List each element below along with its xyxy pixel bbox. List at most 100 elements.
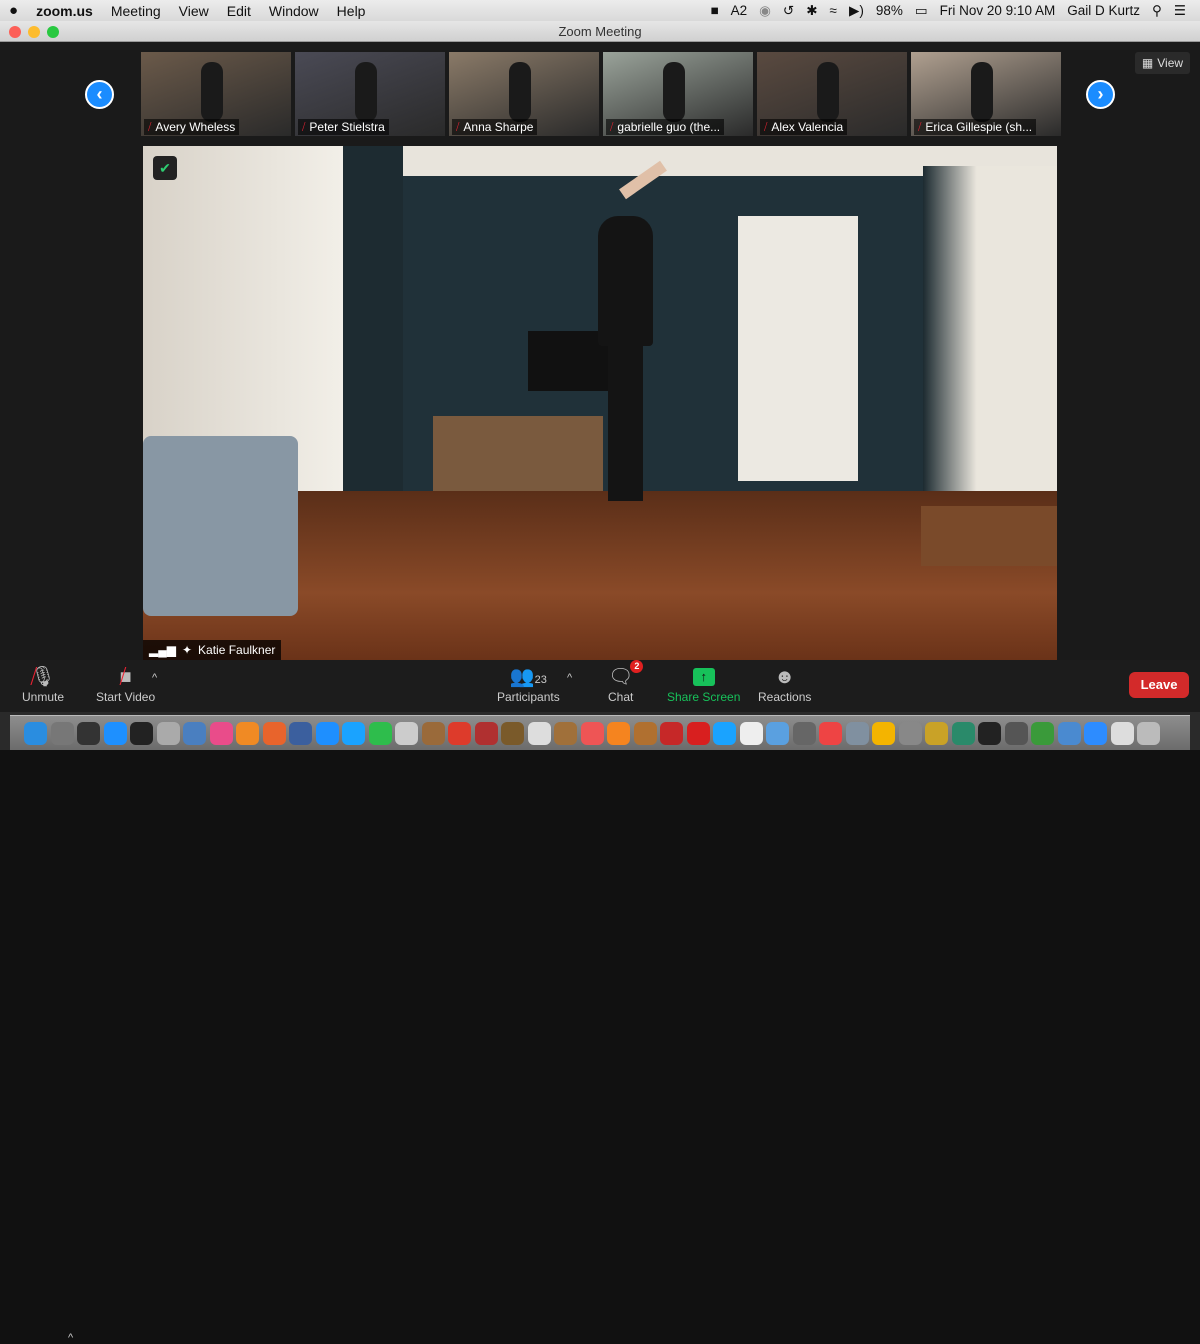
dock-app-icon[interactable]: [898, 721, 922, 745]
dock-app-icon[interactable]: [1137, 721, 1160, 745]
dock-app-icon[interactable]: [766, 721, 789, 745]
mic-muted-icon: ⧸: [764, 121, 768, 133]
active-speaker-video[interactable]: ✔ ▂▄▆ ✦ Katie Faulkner: [143, 146, 1057, 660]
dock-app-icon[interactable]: [633, 721, 657, 745]
dock-app-icon[interactable]: [289, 721, 312, 745]
dock-app-icon[interactable]: [342, 721, 365, 745]
fullscreen-window-button[interactable]: [47, 26, 59, 38]
dock-app-icon[interactable]: [978, 721, 1001, 745]
view-label: View: [1157, 56, 1184, 70]
participants-button[interactable]: 👥23 Participants: [497, 664, 560, 704]
dock-app-icon[interactable]: [1004, 721, 1028, 745]
close-window-button[interactable]: [9, 26, 21, 38]
previous-page-button[interactable]: ‹: [85, 80, 114, 109]
participant-thumbnail[interactable]: ⧸ Anna Sharpe: [449, 52, 599, 136]
grid-icon: ▦: [1141, 56, 1154, 70]
menu-window[interactable]: Window: [260, 3, 328, 19]
participant-name: gabrielle guo (the...: [617, 120, 721, 134]
dock-app-icon[interactable]: [951, 721, 975, 745]
participant-name: Erica Gillespie (sh...: [925, 120, 1033, 134]
view-button[interactable]: ▦ View: [1135, 52, 1190, 74]
share-screen-label: Share Screen: [667, 690, 741, 704]
dock-app-icon[interactable]: [103, 721, 127, 745]
adobe-icon[interactable]: A2: [731, 3, 748, 18]
menu-view[interactable]: View: [170, 3, 218, 19]
dock-app-icon[interactable]: [368, 721, 392, 745]
reactions-button[interactable]: ☻ Reactions: [758, 664, 811, 704]
menu-edit[interactable]: Edit: [218, 3, 260, 19]
participant-name: Avery Wheless: [155, 120, 236, 134]
zoom-status-icon[interactable]: ■: [710, 3, 718, 18]
dock-app-icon[interactable]: [183, 721, 206, 745]
user-name[interactable]: Gail D Kurtz: [1067, 3, 1140, 18]
video-options-caret[interactable]: ^: [152, 672, 157, 684]
dock-app-icon[interactable]: [1084, 721, 1107, 745]
dock-app-icon[interactable]: [1110, 721, 1134, 745]
encryption-shield-icon[interactable]: ✔: [153, 156, 177, 180]
start-video-button[interactable]: ■ ⧸ Start Video: [96, 664, 155, 704]
dock-app-icon[interactable]: [845, 721, 869, 745]
dock-app-icon[interactable]: [925, 721, 948, 745]
dock-app-icon[interactable]: [130, 721, 153, 745]
participant-name: Anna Sharpe: [463, 120, 534, 134]
dock-app-icon[interactable]: [527, 721, 551, 745]
notification-center-icon[interactable]: ☰: [1174, 3, 1186, 19]
dock-app-icon[interactable]: [315, 721, 339, 745]
participant-thumbnail[interactable]: ⧸ Avery Wheless: [141, 52, 291, 136]
dock-app-icon[interactable]: [686, 721, 710, 745]
video-off-icon: ■ ⧸: [119, 666, 132, 688]
leave-button[interactable]: Leave: [1129, 672, 1189, 698]
speaker-name: Katie Faulkner: [198, 643, 276, 657]
dock-app-icon[interactable]: [1057, 721, 1081, 745]
dock-app-icon[interactable]: [792, 721, 816, 745]
participant-thumbnail[interactable]: ⧸ gabrielle guo (the...: [603, 52, 753, 136]
minimize-window-button[interactable]: [28, 26, 40, 38]
dock-app-icon[interactable]: [607, 721, 630, 745]
dock-app-icon[interactable]: [236, 721, 259, 745]
next-page-button[interactable]: ›: [1086, 80, 1115, 109]
dock-app-icon[interactable]: [156, 721, 180, 745]
dock: [0, 712, 1200, 750]
dock-app-icon[interactable]: [872, 721, 895, 745]
audio-options-caret[interactable]: ^: [68, 1332, 73, 1344]
dock-app-icon[interactable]: [50, 721, 74, 745]
bluetooth-icon[interactable]: ✱: [806, 3, 817, 19]
dock-app-icon[interactable]: [395, 721, 418, 745]
wifi-icon[interactable]: ≈: [830, 3, 837, 18]
dock-app-icon[interactable]: [580, 721, 604, 745]
dock-app-icon[interactable]: [554, 721, 577, 745]
time-machine-icon[interactable]: ↺: [783, 3, 794, 19]
dock-app-icon[interactable]: [24, 721, 47, 745]
apple-menu-icon[interactable]: ●: [0, 2, 27, 19]
share-screen-button[interactable]: ↑ Share Screen: [667, 664, 740, 704]
dock-app-icon[interactable]: [421, 721, 445, 745]
participants-options-caret[interactable]: ^: [567, 672, 572, 684]
dock-app-icon[interactable]: [209, 721, 233, 745]
microphone-muted-icon: 🎙 ⧸: [30, 666, 56, 688]
globe-icon[interactable]: ◉: [759, 3, 771, 19]
menu-help[interactable]: Help: [328, 3, 375, 19]
dock-app-icon[interactable]: [660, 721, 683, 745]
dock-app-icon[interactable]: [713, 721, 736, 745]
dock-app-icon[interactable]: [501, 721, 524, 745]
participants-icon: 👥23: [509, 666, 547, 688]
dock-app-icon[interactable]: [739, 721, 763, 745]
participant-thumbnail[interactable]: ⧸ Erica Gillespie (sh...: [911, 52, 1061, 136]
dock-app-icon[interactable]: [448, 721, 471, 745]
menu-meeting[interactable]: Meeting: [102, 3, 170, 19]
dock-app-icon[interactable]: [1031, 721, 1054, 745]
volume-icon[interactable]: ▶): [849, 3, 864, 19]
menu-app-name[interactable]: zoom.us: [27, 3, 102, 19]
clock[interactable]: Fri Nov 20 9:10 AM: [940, 3, 1056, 18]
chat-button[interactable]: 🗨 2 Chat: [608, 660, 644, 704]
battery-percent: 98%: [875, 3, 903, 18]
participant-thumbnail[interactable]: ⧸ Peter Stielstra: [295, 52, 445, 136]
participant-thumbnail[interactable]: ⧸ Alex Valencia: [757, 52, 907, 136]
dock-app-icon[interactable]: [262, 721, 286, 745]
battery-icon[interactable]: ▭: [915, 3, 928, 19]
dock-app-icon[interactable]: [474, 721, 498, 745]
spotlight-search-icon[interactable]: ⚲: [1152, 3, 1162, 19]
dock-app-icon[interactable]: [77, 721, 100, 745]
unmute-button[interactable]: 🎙 ⧸ Unmute: [22, 664, 64, 704]
dock-app-icon[interactable]: [819, 721, 842, 745]
